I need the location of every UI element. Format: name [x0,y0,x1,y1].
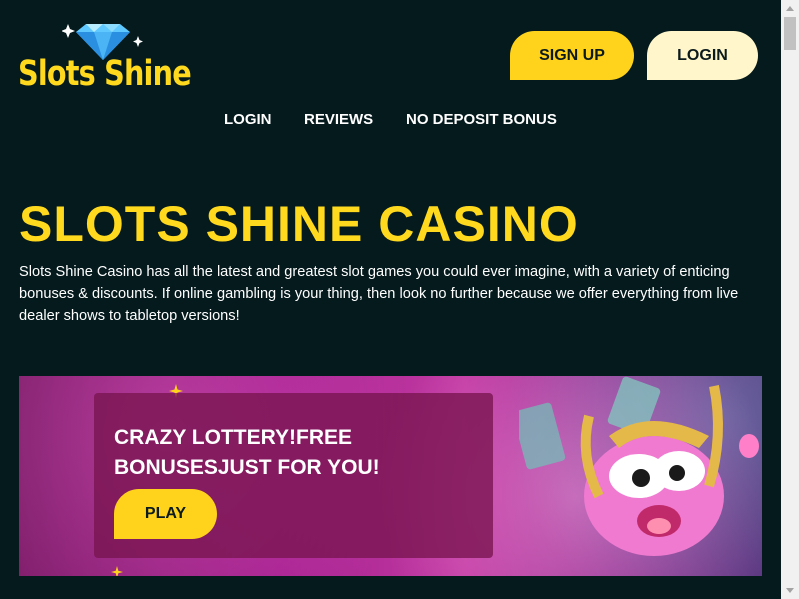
page: Slots Shine SIGN UP LOGIN LOGIN REVIEWS … [0,0,781,599]
vertical-scrollbar[interactable] [781,0,799,599]
site-logo[interactable]: Slots Shine [18,22,192,94]
promo-card: CRAZY LOTTERY!FREE BONUSESJUST FOR YOU! … [94,393,493,558]
promo-headline: CRAZY LOTTERY!FREE BONUSESJUST FOR YOU! [114,426,380,479]
promo-banner: CRAZY LOTTERY!FREE BONUSESJUST FOR YOU! … [19,376,762,576]
scrollbar-thumb[interactable] [784,17,796,50]
page-title: SLOTS SHINE CASINO [19,196,579,252]
nav-item-no-deposit-bonus[interactable]: NO DEPOSIT BONUS [406,111,557,128]
pig-mascot-icon [519,376,759,556]
nav-item-reviews[interactable]: REVIEWS [304,111,373,128]
scroll-down-arrow-icon[interactable] [781,582,799,599]
sparkle-icon [111,566,123,576]
sign-up-button[interactable]: SIGN UP [510,31,634,80]
login-button[interactable]: LOGIN [647,31,758,80]
hero-description: Slots Shine Casino has all the latest an… [19,264,739,324]
nav-item-login[interactable]: LOGIN [224,111,272,128]
logo-text: Slots Shine [18,54,192,94]
play-button[interactable]: PLAY [114,489,217,539]
scroll-up-arrow-icon[interactable] [781,0,799,17]
